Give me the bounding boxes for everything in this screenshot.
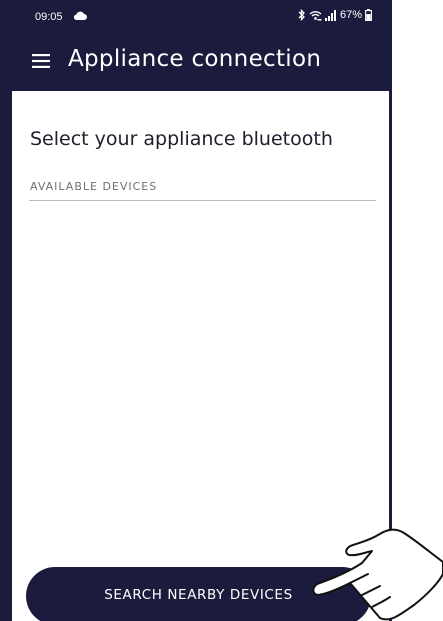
- battery-percentage: 67%: [339, 9, 362, 21]
- app-header: 09:05 67% Appliance connection: [12, 0, 389, 91]
- device-list: [29, 202, 376, 552]
- pointing-hand-icon: [312, 528, 443, 621]
- page-title: Appliance connection: [68, 46, 322, 72]
- status-bar: 09:05 67%: [12, 0, 389, 30]
- select-appliance-heading: Select your appliance bluetooth: [30, 128, 333, 150]
- status-icons: 67%: [298, 9, 372, 21]
- search-button-label: SEARCH NEARBY DEVICES: [104, 587, 293, 603]
- menu-icon[interactable]: [32, 54, 50, 68]
- signal-icon: [324, 9, 336, 21]
- status-time: 09:05: [35, 11, 63, 23]
- device-frame-left: [0, 0, 12, 621]
- section-divider: [29, 200, 376, 201]
- battery-icon: [365, 9, 372, 21]
- cloud-icon: [73, 11, 87, 20]
- app-canvas: 09:05 67% Appliance connection Select yo…: [0, 0, 443, 621]
- available-devices-label: AVAILABLE DEVICES: [30, 180, 158, 193]
- bluetooth-icon: [298, 9, 305, 21]
- wifi-icon: [309, 10, 322, 20]
